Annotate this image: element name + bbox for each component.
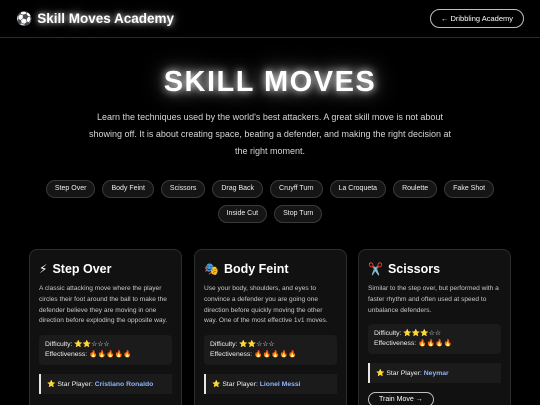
chip-fake-shot[interactable]: Fake Shot — [444, 180, 495, 198]
card-title: 🎭 Body Feint — [204, 262, 337, 276]
card-stats: Difficulty: ⭐⭐⭐☆☆ Effectiveness: 🔥🔥🔥🔥 — [368, 324, 501, 355]
brand-title: Skill Moves Academy — [37, 11, 175, 26]
dribbling-academy-button[interactable]: ← Dribbling Academy — [429, 9, 524, 28]
card-title: ✂️ Scissors — [368, 262, 501, 276]
lightning-icon: ⚡ — [39, 262, 48, 276]
card-name: Body Feint — [223, 262, 289, 276]
effectiveness-label: Effectiveness: — [45, 351, 88, 359]
chip-inside-cut[interactable]: Inside Cut — [217, 205, 268, 223]
brand[interactable]: ⚽ Skill Moves Academy — [16, 11, 174, 26]
card-stats: Difficulty: ⭐⭐☆☆☆ Effectiveness: 🔥🔥🔥🔥🔥 — [204, 335, 337, 366]
star-player-name[interactable]: Lionel Messi — [260, 381, 301, 388]
difficulty-row: Difficulty: ⭐⭐☆☆☆ — [210, 340, 331, 350]
star-player-label: ⭐ Star Player: — [47, 381, 93, 389]
star-player-label: ⭐ Star Player: — [376, 370, 422, 378]
page-title: SKILL MOVES — [163, 66, 377, 98]
effectiveness-row: Effectiveness: 🔥🔥🔥🔥🔥 — [45, 350, 166, 360]
chip-body-feint[interactable]: Body Feint — [102, 180, 154, 198]
site-header: ⚽ Skill Moves Academy ← Dribbling Academ… — [0, 0, 540, 38]
skill-card-step-over: ⚡ Step Over A classic attacking move whe… — [29, 249, 182, 405]
star-player-label: ⭐ Star Player: — [212, 381, 258, 389]
star-player-name[interactable]: Cristiano Ronaldo — [95, 381, 154, 388]
chip-drag-back[interactable]: Drag Back — [212, 180, 264, 198]
effectiveness-flames: 🔥🔥🔥🔥🔥 — [89, 351, 132, 359]
skill-filter-chips: Step Over Body Feint Scissors Drag Back … — [25, 180, 515, 223]
effectiveness-label: Effectiveness: — [374, 340, 417, 348]
effectiveness-row: Effectiveness: 🔥🔥🔥🔥🔥 — [210, 350, 331, 360]
chip-stop-turn[interactable]: Stop Turn — [274, 205, 323, 223]
effectiveness-flames: 🔥🔥🔥🔥🔥 — [254, 351, 297, 359]
star-player: ⭐ Star Player: Neymar — [368, 363, 501, 384]
star-player-name[interactable]: Neymar — [424, 370, 449, 377]
card-name: Scissors — [387, 262, 441, 276]
difficulty-row: Difficulty: ⭐⭐☆☆☆ — [45, 340, 166, 350]
theater-masks-icon: 🎭 — [204, 262, 219, 276]
difficulty-label: Difficulty: — [45, 341, 73, 349]
skill-card-body-feint: 🎭 Body Feint Use your body, shoulders, a… — [194, 249, 347, 405]
chip-step-over[interactable]: Step Over — [45, 180, 96, 198]
scissors-icon: ✂️ — [368, 262, 383, 276]
difficulty-stars: ⭐⭐⭐☆☆ — [403, 330, 441, 338]
difficulty-stars: ⭐⭐☆☆☆ — [239, 341, 275, 349]
chip-cruyff-turn[interactable]: Cruyff Turn — [270, 180, 323, 198]
card-title: ⚡ Step Over — [39, 262, 172, 276]
difficulty-label: Difficulty: — [210, 341, 238, 349]
effectiveness-flames: 🔥🔥🔥🔥 — [418, 340, 452, 348]
chip-scissors[interactable]: Scissors — [160, 180, 206, 198]
train-move-button[interactable]: Train Move → — [368, 392, 434, 405]
chip-la-croqueta[interactable]: La Croqueta — [329, 180, 387, 198]
card-stats: Difficulty: ⭐⭐☆☆☆ Effectiveness: 🔥🔥🔥🔥🔥 — [39, 335, 172, 366]
difficulty-stars: ⭐⭐☆☆☆ — [74, 341, 110, 349]
effectiveness-label: Effectiveness: — [210, 351, 253, 359]
card-name: Step Over — [52, 262, 112, 276]
difficulty-row: Difficulty: ⭐⭐⭐☆☆ — [374, 329, 495, 339]
card-description: A classic attacking move where the playe… — [39, 285, 168, 325]
soccer-ball-icon: ⚽ — [16, 11, 33, 26]
star-player: ⭐ Star Player: Lionel Messi — [204, 374, 337, 395]
chip-roulette[interactable]: Roulette — [393, 180, 438, 198]
card-description: Use your body, shoulders, and eyes to co… — [204, 285, 328, 325]
star-player: ⭐ Star Player: Cristiano Ronaldo — [39, 374, 172, 395]
skill-card-scissors: ✂️ Scissors Similar to the step over, bu… — [358, 249, 511, 405]
effectiveness-row: Effectiveness: 🔥🔥🔥🔥 — [374, 339, 495, 349]
page-description: Learn the techniques used by the world's… — [88, 112, 452, 156]
card-description: Similar to the step over, but performed … — [368, 285, 499, 314]
difficulty-label: Difficulty: — [374, 330, 402, 338]
